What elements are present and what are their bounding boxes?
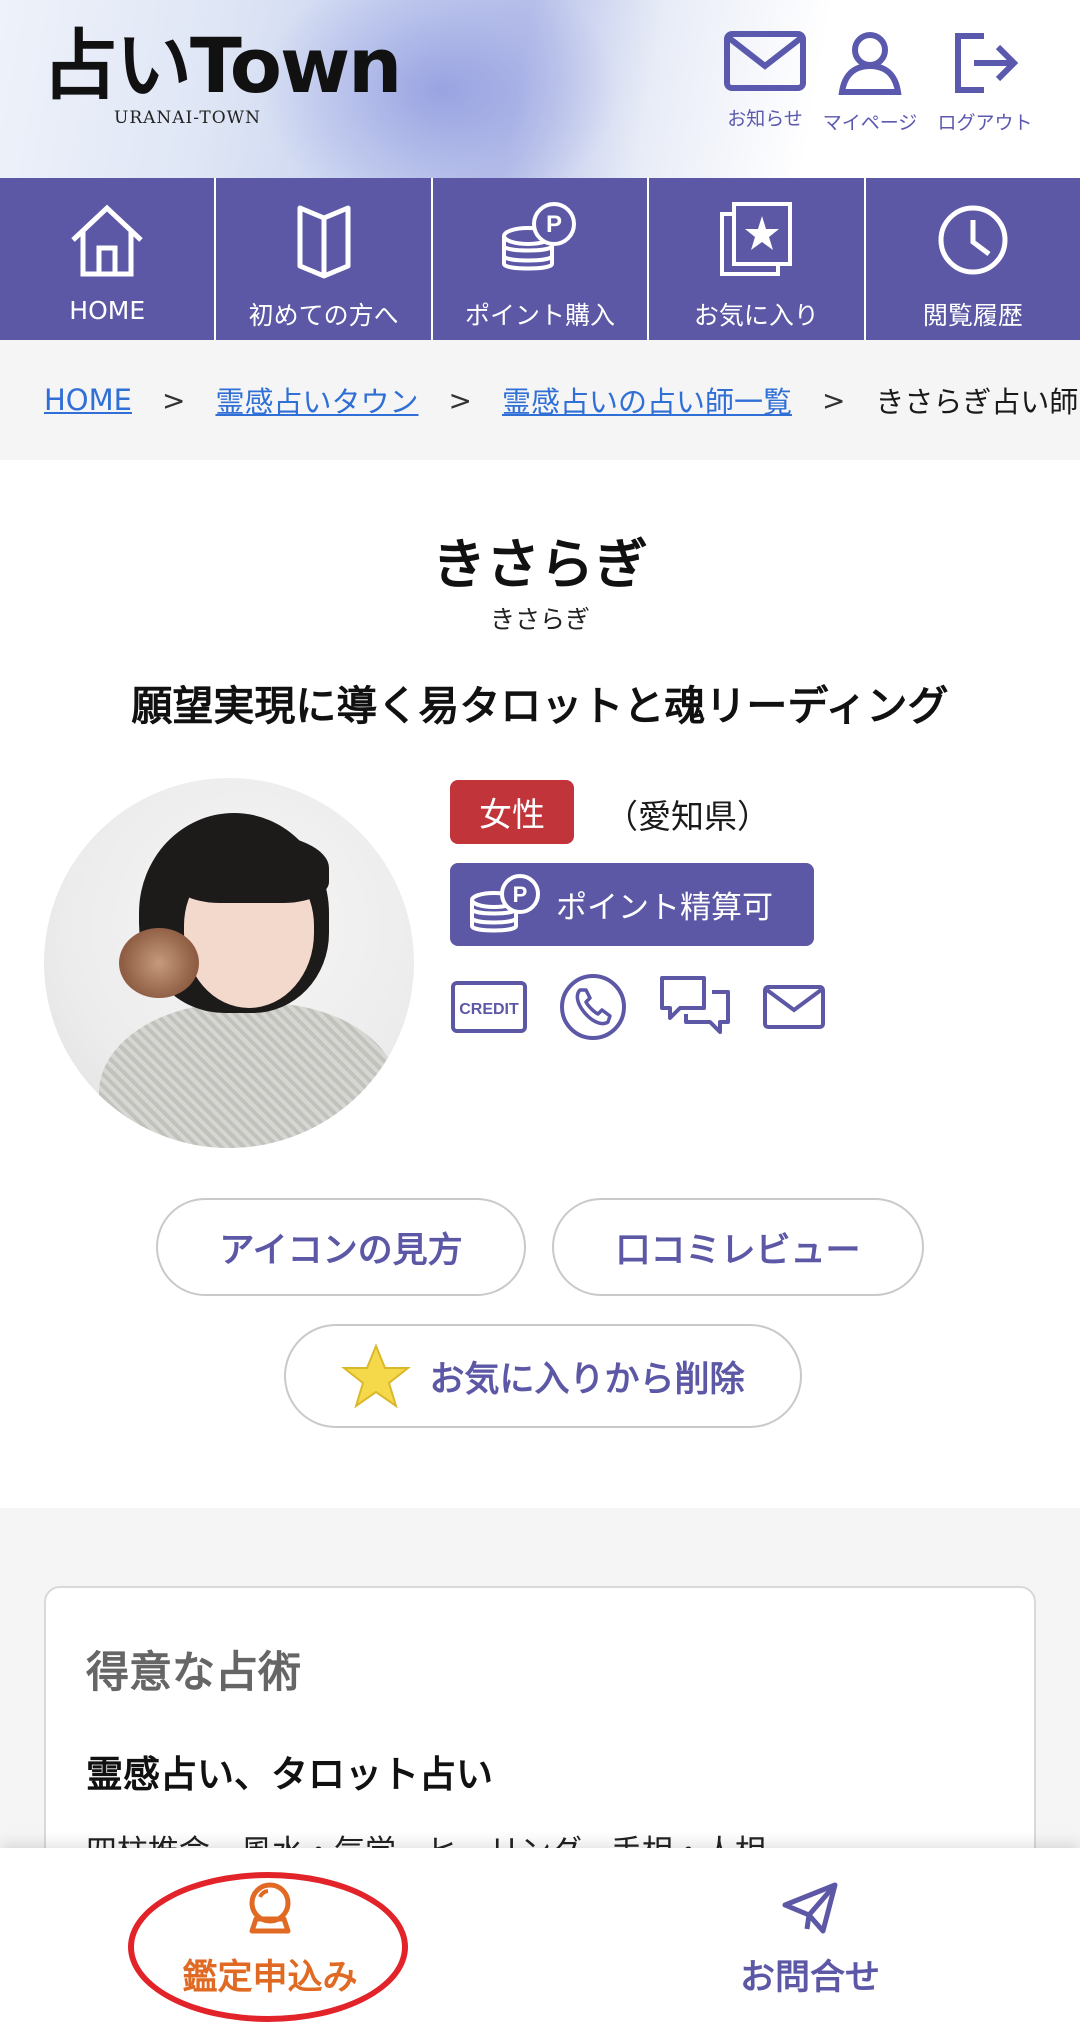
nav-item-home[interactable]: HOME bbox=[0, 178, 217, 340]
nav-item-favorites[interactable]: お気に入り bbox=[649, 178, 866, 340]
fortune-teller-catchphrase: 願望実現に導く易タロットと魂リーディング bbox=[131, 682, 949, 730]
favorite-star-icon bbox=[720, 202, 793, 276]
highlight-annotation bbox=[128, 1872, 408, 2022]
nav-item-history[interactable]: 閲覧履歴 bbox=[866, 178, 1080, 340]
chat-icon bbox=[658, 974, 732, 1044]
coins-point-icon: P bbox=[502, 202, 577, 271]
nav-beginners-label: 初めての方へ bbox=[248, 301, 399, 330]
site-logo[interactable]: 占いTown URANAI-TOWN bbox=[42, 21, 402, 129]
user-icon bbox=[838, 32, 902, 95]
nav-home-label: HOME bbox=[69, 296, 146, 325]
svg-text:P: P bbox=[546, 211, 562, 238]
send-icon bbox=[782, 1882, 838, 1934]
main-nav: HOME 初めての方へ P ポイント購入 お気に入り 閲覧履歴 bbox=[0, 178, 1080, 340]
gender-badge: 女性 bbox=[450, 780, 574, 844]
chevron-right-icon: > bbox=[448, 383, 472, 417]
skills-heading: 得意な占術 bbox=[86, 1648, 301, 1698]
logout-icon bbox=[955, 33, 1019, 93]
nav-item-beginners[interactable]: 初めての方へ bbox=[216, 178, 433, 340]
fortune-teller-avatar bbox=[44, 778, 414, 1148]
header-mypage-label: マイページ bbox=[822, 112, 918, 134]
mail-icon bbox=[724, 31, 806, 91]
contact-label: お問合せ bbox=[739, 1958, 880, 1998]
breadcrumb: HOME > 霊感占いタウン > 霊感占いの占い師一覧 > きさらぎ占い師の bbox=[0, 340, 1080, 460]
book-icon bbox=[297, 205, 351, 279]
phone-icon bbox=[558, 972, 628, 1046]
reviews-button[interactable]: 口コミレビュー bbox=[552, 1198, 924, 1296]
svg-text:P: P bbox=[513, 882, 528, 907]
prefecture-label: （愛知県） bbox=[605, 797, 770, 836]
header-logout-button[interactable]: ログアウト bbox=[930, 30, 1040, 135]
chevron-right-icon: > bbox=[161, 383, 186, 417]
fortune-teller-kana: きさらぎ bbox=[489, 605, 590, 634]
logo-text: 占いTown bbox=[42, 21, 402, 110]
home-icon bbox=[71, 204, 143, 277]
icon-guide-label: アイコンの見方 bbox=[219, 1230, 463, 1271]
favorite-remove-button[interactable]: お気に入りから削除 bbox=[284, 1324, 802, 1428]
payment-methods: CREDIT bbox=[450, 972, 856, 1046]
coins-point-icon: P bbox=[470, 873, 540, 932]
icon-guide-button[interactable]: アイコンの見方 bbox=[156, 1198, 526, 1296]
header-logout-label: ログアウト bbox=[937, 112, 1033, 134]
chevron-right-icon: > bbox=[821, 383, 846, 417]
nav-history-label: 閲覧履歴 bbox=[922, 301, 1023, 330]
clock-icon bbox=[938, 205, 1008, 275]
skills-main: 霊感占い、タロット占い bbox=[86, 1753, 493, 1796]
header-news-button[interactable]: お知らせ bbox=[710, 30, 820, 131]
contact-button[interactable]: お問合せ bbox=[540, 1848, 1080, 2033]
breadcrumb-category-link[interactable]: 霊感占いタウン bbox=[215, 379, 418, 421]
point-settlement-label: ポイント精算可 bbox=[556, 890, 773, 926]
site-header: 占いTown URANAI-TOWN お知らせ マイページ ログアウト bbox=[0, 0, 1080, 178]
fortune-teller-name: きさらぎ bbox=[432, 533, 648, 596]
logo-subtitle: URANAI-TOWN bbox=[114, 108, 262, 128]
reviews-label: 口コミレビュー bbox=[615, 1230, 861, 1271]
breadcrumb-list-link[interactable]: 霊感占いの占い師一覧 bbox=[502, 379, 792, 421]
mail-icon bbox=[762, 984, 826, 1034]
nav-item-points[interactable]: P ポイント購入 bbox=[433, 178, 650, 340]
nav-points-label: ポイント購入 bbox=[465, 301, 616, 330]
header-news-label: お知らせ bbox=[727, 108, 803, 130]
favorite-remove-label: お気に入りから削除 bbox=[429, 1359, 745, 1400]
header-mypage-button[interactable]: マイページ bbox=[815, 30, 925, 135]
star-icon bbox=[341, 1343, 412, 1409]
svg-text:CREDIT: CREDIT bbox=[459, 1001, 519, 1018]
credit-icon: CREDIT bbox=[450, 980, 528, 1038]
breadcrumb-current: きさらぎ占い師の bbox=[875, 385, 1080, 419]
breadcrumb-home-link[interactable]: HOME bbox=[44, 383, 132, 417]
nav-favorites-label: お気に入り bbox=[693, 301, 819, 330]
point-settlement-badge: P ポイント精算可 bbox=[450, 863, 814, 946]
